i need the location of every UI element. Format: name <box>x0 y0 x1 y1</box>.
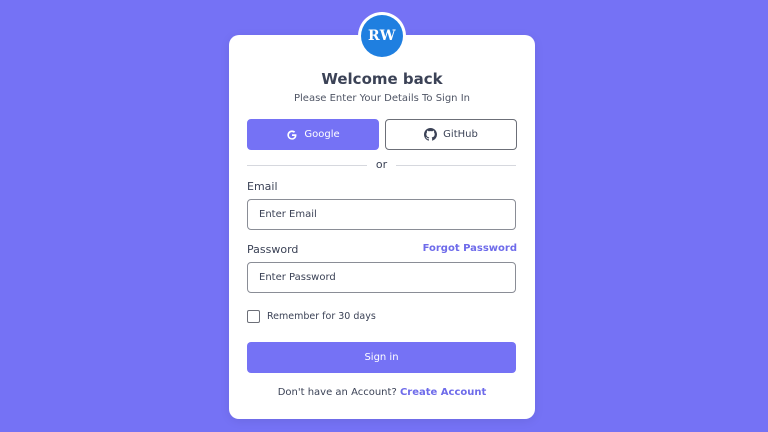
remember-label: Remember for 30 days <box>267 311 376 322</box>
page-subtitle: Please Enter Your Details To Sign In <box>293 93 470 104</box>
github-button-label: GitHub <box>443 129 478 140</box>
google-icon <box>287 129 297 140</box>
github-icon <box>424 128 438 141</box>
google-button-label: Google <box>304 129 340 140</box>
remember-checkbox[interactable] <box>247 310 260 323</box>
password-field[interactable] <box>247 262 516 293</box>
github-signin-button[interactable]: GitHub <box>385 119 517 150</box>
or-divider: or <box>247 158 516 172</box>
email-label: Email <box>247 180 278 193</box>
create-account-link[interactable]: Create Account <box>400 387 486 398</box>
google-signin-button[interactable]: Google <box>247 119 379 150</box>
forgot-password-link[interactable]: Forgot Password <box>423 243 517 254</box>
divider-line-right <box>396 165 516 166</box>
logo-badge: RW <box>361 15 403 57</box>
signup-prompt: Don't have an Account? Create Account <box>229 387 535 398</box>
sign-in-button[interactable]: Sign in <box>247 342 516 373</box>
email-field[interactable] <box>247 199 516 230</box>
password-label: Password <box>247 243 299 256</box>
page-title: Welcome back <box>321 70 443 88</box>
remember-me[interactable]: Remember for 30 days <box>247 310 376 323</box>
signup-prompt-text: Don't have an Account? <box>277 387 397 398</box>
logo: RW <box>358 12 406 60</box>
login-card: RW Welcome back Please Enter Your Detail… <box>229 12 535 419</box>
